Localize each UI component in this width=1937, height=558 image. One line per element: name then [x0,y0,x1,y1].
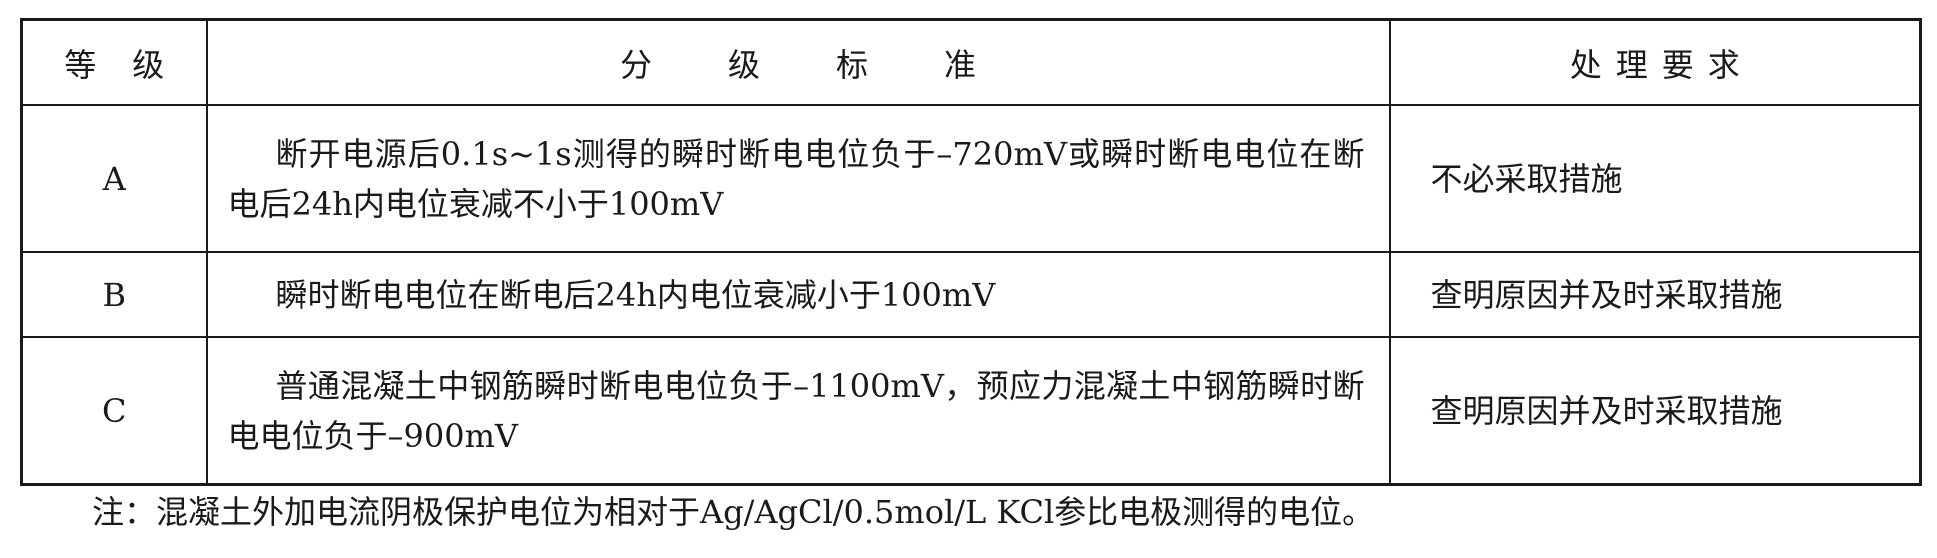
action-cell: 不必采取措施 [1388,104,1922,253]
criteria-cell: 瞬时断电电位在断电后24h内电位衰减小于100mV [205,251,1391,338]
footnote: 注：混凝土外加电流阴极保护电位为相对于Ag/AgCl/0.5mol/L KCl参… [92,493,1375,531]
header-action: 处理要求 [1388,18,1922,106]
action-cell: 查明原因并及时采取措施 [1388,251,1922,338]
criteria-cell: 断开电源后0.1s~1s测得的瞬时断电电位负于–720mV或瞬时断电电位在断电后… [205,104,1391,253]
criteria-cell: 普通混凝土中钢筋瞬时断电电位负于–1100mV，预应力混凝土中钢筋瞬时断电电位负… [205,336,1391,486]
header-grade: 等级 [20,18,208,106]
grade-cell: A [20,104,208,253]
table-row: B 瞬时断电电位在断电后24h内电位衰减小于100mV 查明原因并及时采取措施 [20,251,1922,338]
header-criteria: 分级标准 [205,18,1391,106]
document-page: 等级 分级标准 处理要求 A 断开电源后0.1s~1s测得的瞬时断电电位负于–7… [0,0,1937,558]
action-cell: 查明原因并及时采取措施 [1388,336,1922,486]
table-header-row: 等级 分级标准 处理要求 [20,18,1922,106]
grading-table: 等级 分级标准 处理要求 A 断开电源后0.1s~1s测得的瞬时断电电位负于–7… [20,18,1922,486]
table-row: A 断开电源后0.1s~1s测得的瞬时断电电位负于–720mV或瞬时断电电位在断… [20,104,1922,253]
grade-cell: B [20,251,208,338]
table-row: C 普通混凝土中钢筋瞬时断电电位负于–1100mV，预应力混凝土中钢筋瞬时断电电… [20,336,1922,486]
grade-cell: C [20,336,208,486]
